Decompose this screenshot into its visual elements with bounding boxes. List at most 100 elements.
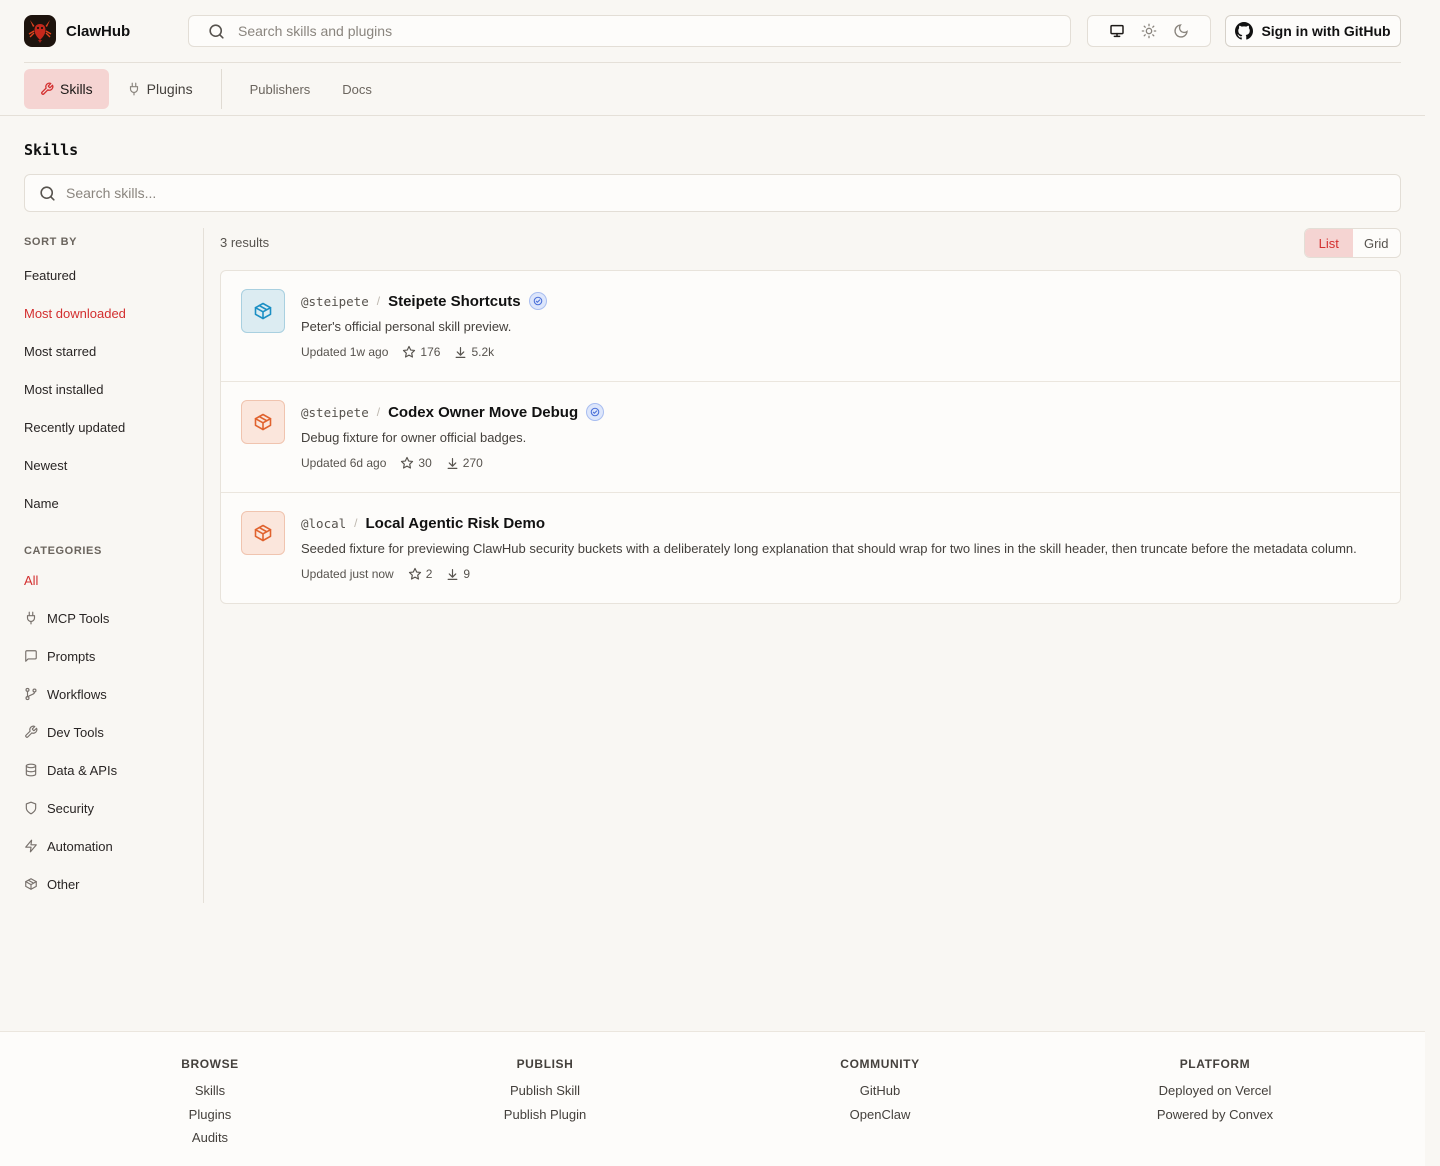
package-icon [241,400,285,444]
skill-owner[interactable]: @local [301,516,346,531]
header-divider [24,62,1401,63]
footer-column-publish: PUBLISH Publish Skill Publish Plugin [395,1057,695,1126]
footer-heading: BROWSE [181,1057,239,1071]
footer-link-github[interactable]: GitHub [730,1079,1030,1103]
footer-heading: PUBLISH [516,1057,574,1071]
category-security[interactable]: Security [24,789,204,827]
skill-downloads: 270 [446,456,483,470]
skill-name[interactable]: Codex Owner Move Debug [388,404,578,421]
brand-name: ClawHub [66,22,131,40]
sort-option-name[interactable]: Name [24,484,204,522]
sign-in-github-button[interactable]: Sign in with GitHub [1225,15,1401,47]
category-prompts[interactable]: Prompts [24,637,204,675]
sort-option-most-starred[interactable]: Most starred [24,332,204,370]
sort-heading: SORT BY [24,236,78,248]
view-list-button[interactable]: List [1305,229,1353,257]
category-label: All [24,572,39,588]
sort-option-featured[interactable]: Featured [24,256,204,294]
download-icon [446,457,459,470]
category-list: All MCP Tools Prompts Workflows Dev Tools Dat… [24,561,204,903]
sort-option-recently-updated[interactable]: Recently updated [24,408,204,446]
tab-skills-label: Skills [60,81,93,97]
tab-skills[interactable]: Skills [24,69,109,109]
skill-name[interactable]: Steipete Shortcuts [388,293,521,310]
verified-badge-icon [586,403,605,421]
package-icon [241,289,285,333]
separator: / [376,405,381,419]
sort-list: Featured Most downloaded Most starred Most … [24,256,204,522]
skill-downloads-count: 5.2k [471,345,495,359]
footer-link-deployed-on-vercel[interactable]: Deployed on Vercel [1065,1079,1365,1103]
skill-meta: Updated just now 2 9 [301,567,470,581]
wrench-icon [24,725,38,739]
footer-link-plugins[interactable]: Plugins [60,1103,360,1127]
sidebar-divider [203,228,204,903]
category-label: MCP Tools [47,610,110,626]
skills-search[interactable] [24,174,1401,212]
moon-icon[interactable] [1173,23,1189,39]
footer-link-audits[interactable]: Audits [60,1126,360,1150]
footer-column-browse: BROWSE Skills Plugins Audits [60,1057,360,1150]
monitor-icon[interactable] [1109,23,1125,39]
footer-link-publish-skill[interactable]: Publish Skill [395,1079,695,1103]
results-count: 3 results [220,235,270,250]
sort-option-most-downloaded[interactable]: Most downloaded [24,294,204,332]
category-workflows[interactable]: Workflows [24,675,204,713]
skill-header: @local / Local Agentic Risk Demo [301,512,545,534]
footer-link-skills[interactable]: Skills [60,1079,360,1103]
tab-plugins[interactable]: Plugins [111,69,209,109]
category-automation[interactable]: Automation [24,827,204,865]
category-all[interactable]: All [24,561,204,599]
plug-icon [127,82,141,96]
skill-updated: Updated 6d ago [301,456,387,470]
github-icon [1235,22,1254,40]
category-data-apis[interactable]: Data & APIs [24,751,204,789]
category-label: Security [47,800,94,816]
footer-heading: PLATFORM [1179,1057,1251,1071]
skills-search-input[interactable] [66,185,1400,201]
skill-row[interactable]: @steipete / Codex Owner Move Debug Debug fi… [221,382,1400,493]
zap-icon [24,839,38,853]
category-label: Data & APIs [47,762,118,778]
package-icon [241,511,285,555]
plug-icon [24,611,38,625]
category-label: Dev Tools [47,724,104,740]
download-icon [446,568,459,581]
view-toggle: List Grid [1304,228,1401,258]
footer-link-openclaw[interactable]: OpenClaw [730,1103,1030,1127]
nav-link-docs[interactable]: Docs [326,82,388,97]
filter-sidebar: SORT BY Featured Most downloaded Most star… [24,228,204,903]
search-icon [38,184,57,203]
global-search-input[interactable] [238,23,1070,39]
skill-owner[interactable]: @steipete [301,405,369,420]
footer-link-publish-plugin[interactable]: Publish Plugin [395,1103,695,1127]
category-mcp-tools[interactable]: MCP Tools [24,599,204,637]
global-search[interactable] [188,15,1071,47]
sort-option-most-installed[interactable]: Most installed [24,370,204,408]
footer-heading: COMMUNITY [840,1057,920,1071]
top-bar: ClawHub Sign in with GitHub [24,15,1401,47]
brand[interactable]: ClawHub [24,15,188,47]
tab-plugins-label: Plugins [146,81,193,97]
separator: / [354,516,358,530]
category-dev-tools[interactable]: Dev Tools [24,713,204,751]
nav-divider-line [0,115,1425,116]
skill-row[interactable]: @steipete / Steipete Shortcuts Peter's offi… [221,271,1400,382]
star-icon [402,345,416,359]
skill-name[interactable]: Local Agentic Risk Demo [366,515,546,532]
sun-icon[interactable] [1141,23,1157,39]
sort-option-newest[interactable]: Newest [24,446,204,484]
download-icon [454,346,467,359]
category-label: Other [47,876,80,892]
skill-stars: 30 [400,456,432,470]
category-other[interactable]: Other [24,865,204,903]
footer-link-powered-by-convex[interactable]: Powered by Convex [1065,1103,1365,1127]
wrench-icon [40,82,54,96]
view-grid-button[interactable]: Grid [1353,229,1401,257]
skill-row[interactable]: @local / Local Agentic Risk Demo Seeded fix… [221,493,1400,603]
skill-meta: Updated 1w ago 176 5.2k [301,345,494,359]
nav-link-publishers[interactable]: Publishers [234,82,327,97]
skill-updated: Updated just now [301,567,394,581]
skill-header: @steipete / Codex Owner Move Debug [301,401,605,423]
skill-owner[interactable]: @steipete [301,294,369,309]
